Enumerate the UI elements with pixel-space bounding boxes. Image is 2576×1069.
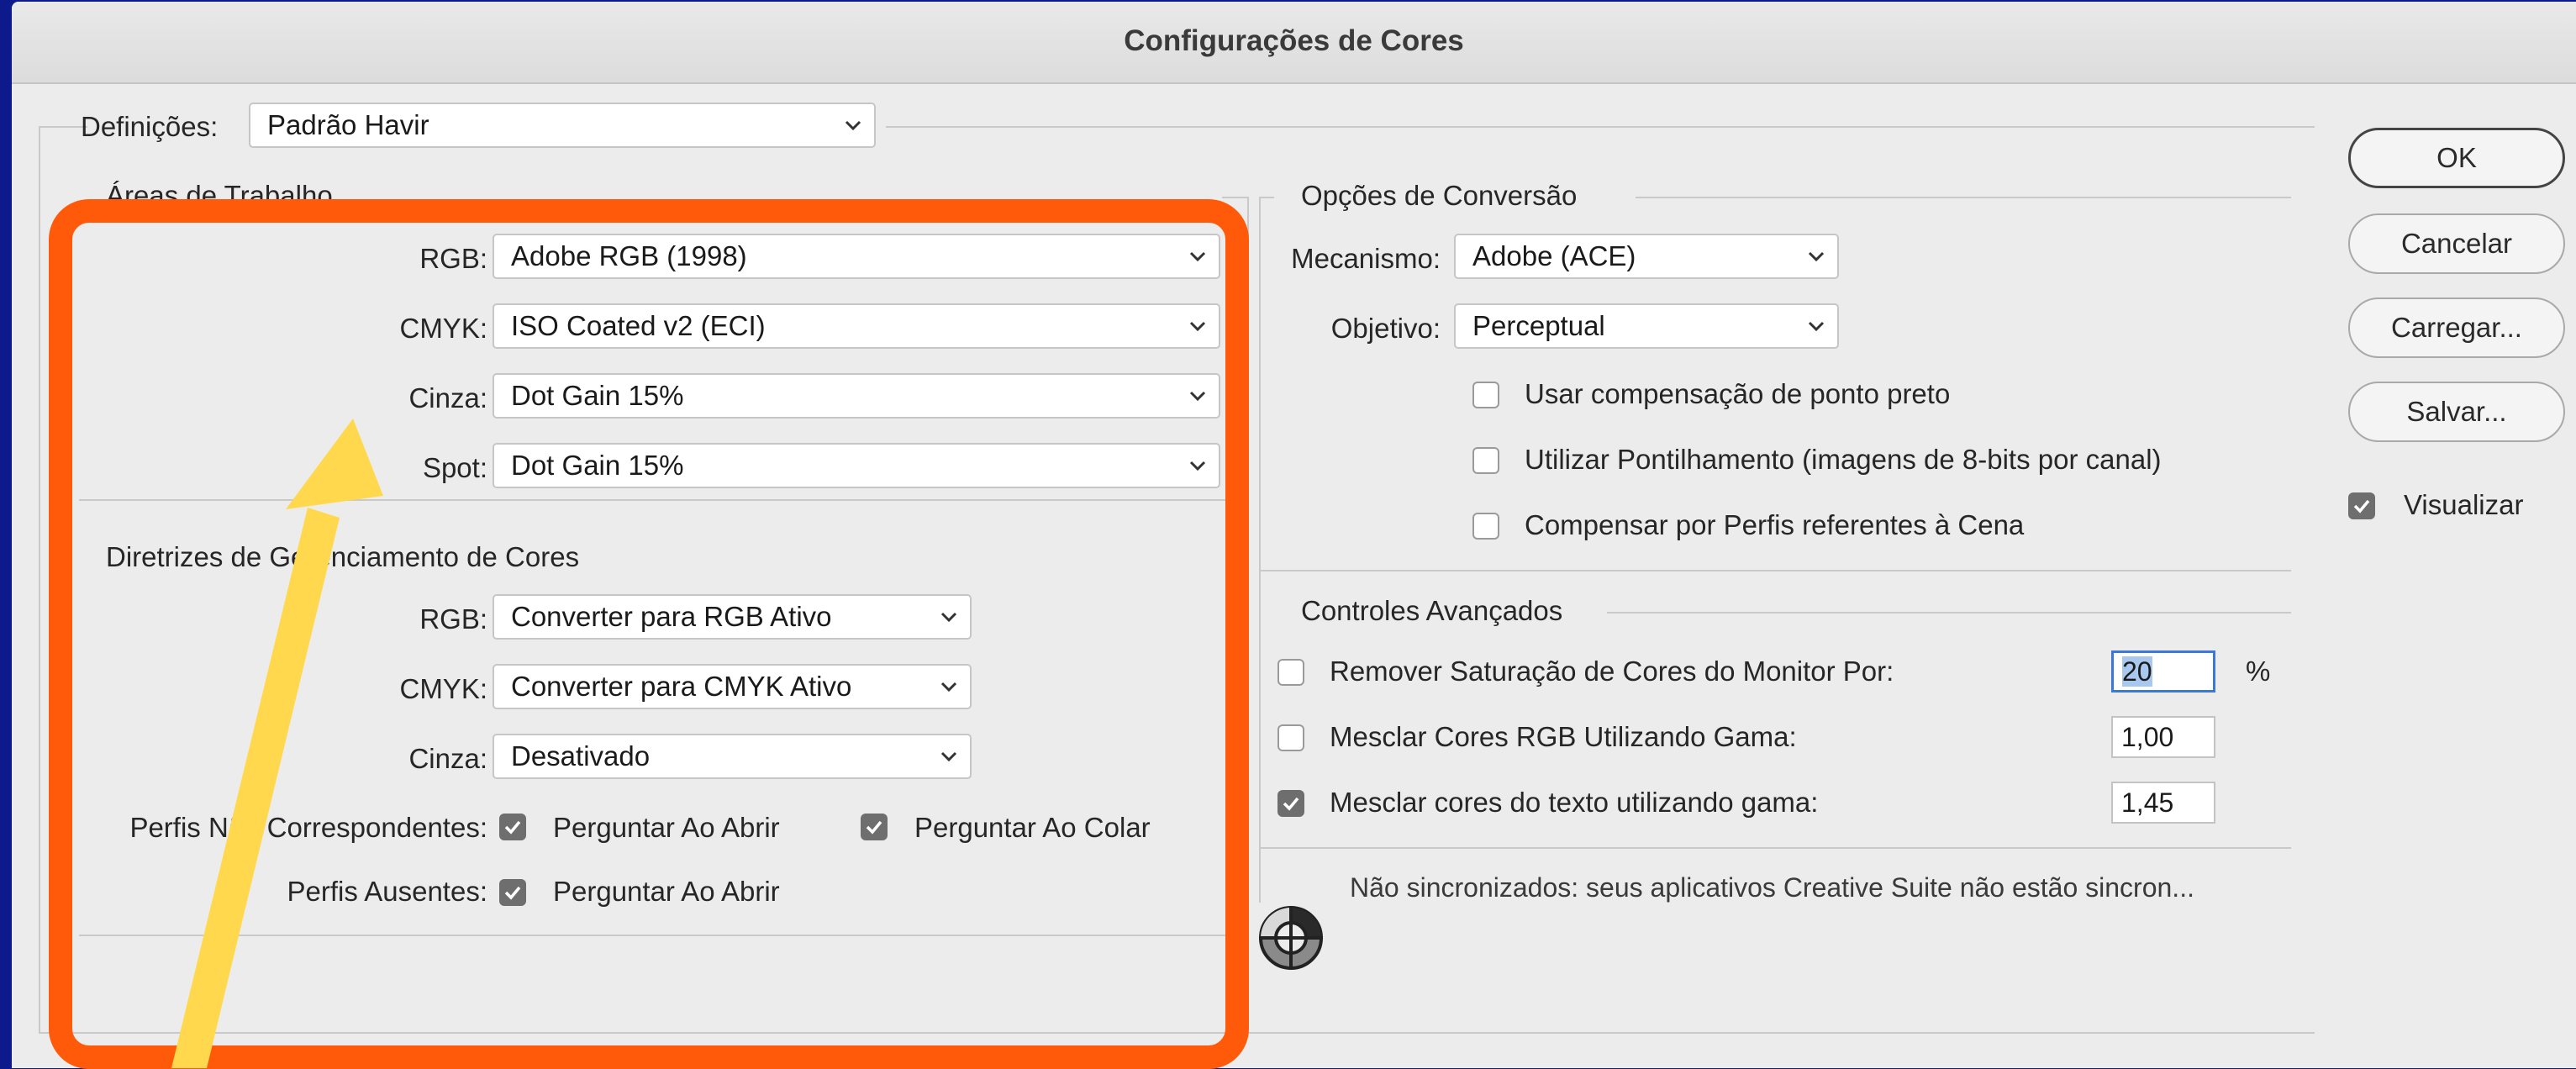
annotation-arrow-icon (171, 419, 383, 1068)
